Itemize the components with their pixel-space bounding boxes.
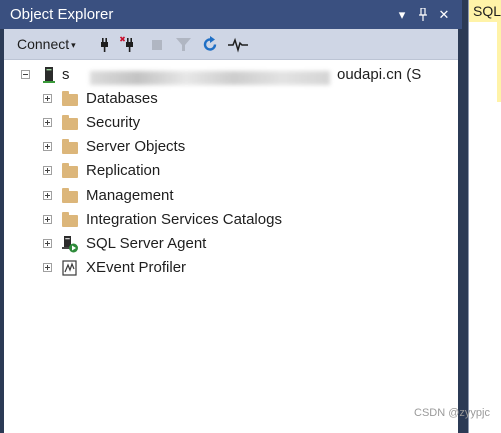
panel-title: Object Explorer bbox=[10, 6, 114, 23]
expand-icon[interactable] bbox=[43, 94, 52, 103]
refresh-icon[interactable] bbox=[202, 36, 219, 53]
tree-node-label: Server Objects bbox=[86, 138, 186, 155]
explorer-toolbar: Connect ▾ bbox=[4, 29, 458, 60]
server-name-suffix: oudapi.cn (S bbox=[337, 66, 422, 83]
disconnect-plug-icon[interactable] bbox=[120, 36, 137, 53]
tree-node-integration-services-catalogs[interactable]: Integration Services Catalogs bbox=[4, 209, 458, 231]
folder-icon bbox=[62, 115, 78, 130]
stop-icon[interactable] bbox=[149, 36, 166, 53]
expand-icon[interactable] bbox=[43, 191, 52, 200]
close-icon[interactable]: ✕ bbox=[435, 0, 453, 29]
server-name-prefix: s bbox=[62, 66, 70, 83]
tree-node-label: Replication bbox=[86, 162, 161, 179]
expand-icon[interactable] bbox=[43, 118, 52, 127]
collapse-icon[interactable] bbox=[21, 70, 30, 79]
tree-node-server-objects[interactable]: Server Objects bbox=[4, 136, 458, 158]
tree-node-databases[interactable]: Databases bbox=[4, 88, 458, 110]
tree-node-security[interactable]: Security bbox=[4, 112, 458, 134]
tree-node-server[interactable]: s oudapi.cn (S bbox=[4, 64, 458, 86]
query-tab[interactable]: SQL bbox=[469, 0, 501, 22]
tree-node-xevent-profiler[interactable]: XEvent Profiler bbox=[4, 257, 458, 279]
query-editor-pane: SQL bbox=[468, 0, 501, 433]
sql-agent-icon bbox=[62, 236, 78, 253]
folder-icon bbox=[62, 139, 78, 154]
dropdown-icon[interactable]: ▾ bbox=[393, 0, 411, 29]
tree-node-label: Security bbox=[86, 114, 141, 131]
tree-node-label: Management bbox=[86, 187, 174, 204]
tree-node-replication[interactable]: Replication bbox=[4, 160, 458, 182]
tree-node-sql-server-agent[interactable]: SQL Server Agent bbox=[4, 233, 458, 255]
connect-label: Connect bbox=[17, 36, 70, 52]
server-icon bbox=[43, 67, 55, 83]
expand-icon[interactable] bbox=[43, 142, 52, 151]
tree-node-management[interactable]: Management bbox=[4, 185, 458, 207]
folder-icon bbox=[62, 188, 78, 203]
connect-plug-icon[interactable] bbox=[96, 36, 113, 53]
panel-titlebar: Object Explorer ▾ ✕ bbox=[0, 0, 462, 29]
connect-button[interactable]: Connect ▾ bbox=[17, 29, 76, 60]
pin-icon[interactable] bbox=[414, 0, 432, 29]
expand-icon[interactable] bbox=[43, 166, 52, 175]
folder-icon bbox=[62, 91, 78, 106]
expand-icon[interactable] bbox=[43, 215, 52, 224]
chevron-down-icon: ▾ bbox=[71, 40, 76, 50]
expand-icon[interactable] bbox=[43, 263, 52, 272]
folder-icon bbox=[62, 212, 78, 227]
expand-icon[interactable] bbox=[43, 239, 52, 248]
tree-node-label: XEvent Profiler bbox=[86, 259, 187, 276]
watermark-text: CSDN @zyypjc bbox=[414, 407, 490, 419]
folder-icon bbox=[62, 163, 78, 178]
tree-node-label: SQL Server Agent bbox=[86, 235, 207, 252]
activity-monitor-icon[interactable] bbox=[227, 36, 249, 53]
tree-node-label: Databases bbox=[86, 90, 158, 107]
filter-icon[interactable] bbox=[175, 36, 192, 53]
object-explorer-panel: Object Explorer ▾ ✕ Connect ▾ s oudapi.c… bbox=[0, 0, 462, 433]
object-tree: s oudapi.cn (S Databases Security Server… bbox=[4, 60, 458, 433]
editor-margin bbox=[497, 22, 501, 102]
tree-node-label: Integration Services Catalogs bbox=[86, 211, 282, 228]
redacted-server-name bbox=[90, 71, 330, 85]
xevent-profiler-icon bbox=[62, 260, 77, 276]
